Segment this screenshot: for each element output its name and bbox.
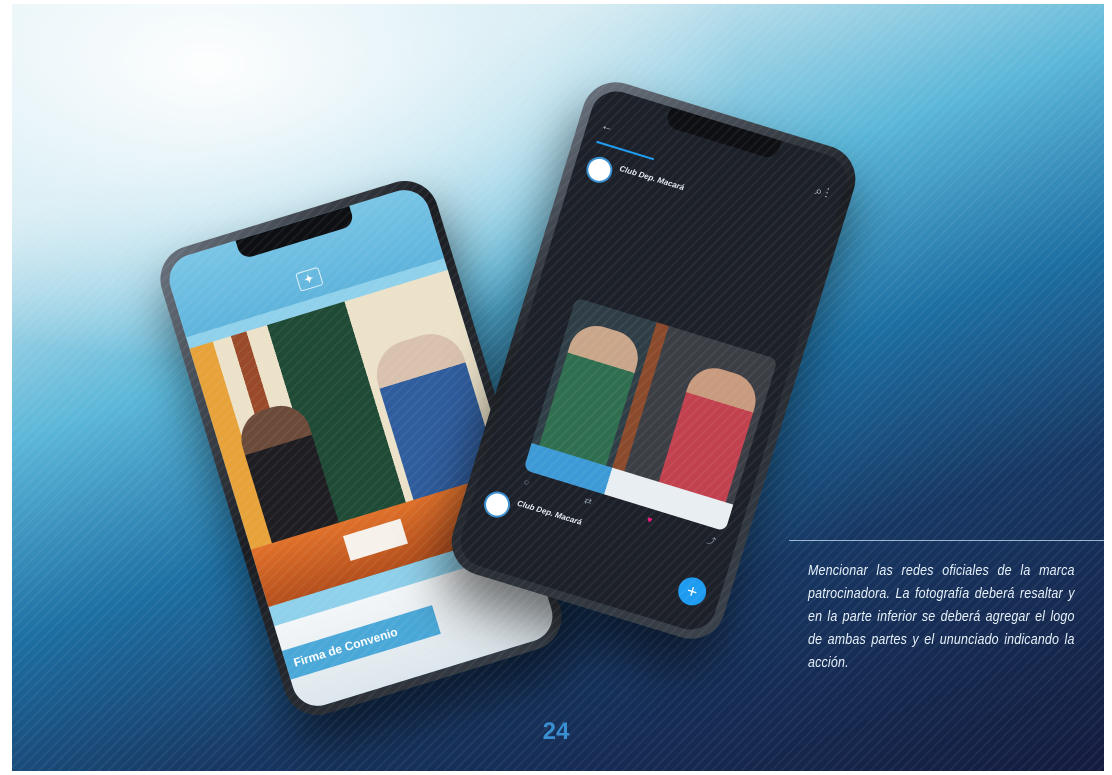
club-logo-icon: ✦ (295, 266, 324, 292)
right-phone-mockup: ← ⌕ ⋮ Club Dep. Macará ○ ⇄ ♥ ⤴ Club Dep.… (443, 73, 864, 648)
right-phone-screen: ← ⌕ ⋮ Club Dep. Macará ○ ⇄ ♥ ⤴ Club Dep.… (454, 85, 853, 636)
reply-icon[interactable]: ○ (522, 477, 531, 491)
divider-line (789, 540, 1104, 541)
like-icon[interactable]: ♥ (645, 514, 654, 528)
back-arrow-icon[interactable]: ← (600, 118, 616, 135)
action-caption: Firma de Convenio (281, 605, 441, 680)
page-number: 24 (542, 718, 570, 745)
search-icon[interactable]: ⌕ (814, 183, 825, 198)
plus-icon: + (684, 580, 701, 603)
compose-button[interactable]: + (674, 573, 710, 609)
retweet-icon[interactable]: ⇄ (582, 495, 593, 510)
guideline-text: Mencionar las redes oficiales de la marc… (808, 563, 1075, 671)
avatar[interactable] (583, 153, 616, 187)
tweet-author: Club Dep. Macará (618, 163, 686, 193)
more-vertical-icon[interactable]: ⋮ (824, 186, 831, 200)
share-icon[interactable]: ⤴ (705, 533, 718, 548)
avatar[interactable] (480, 488, 514, 521)
